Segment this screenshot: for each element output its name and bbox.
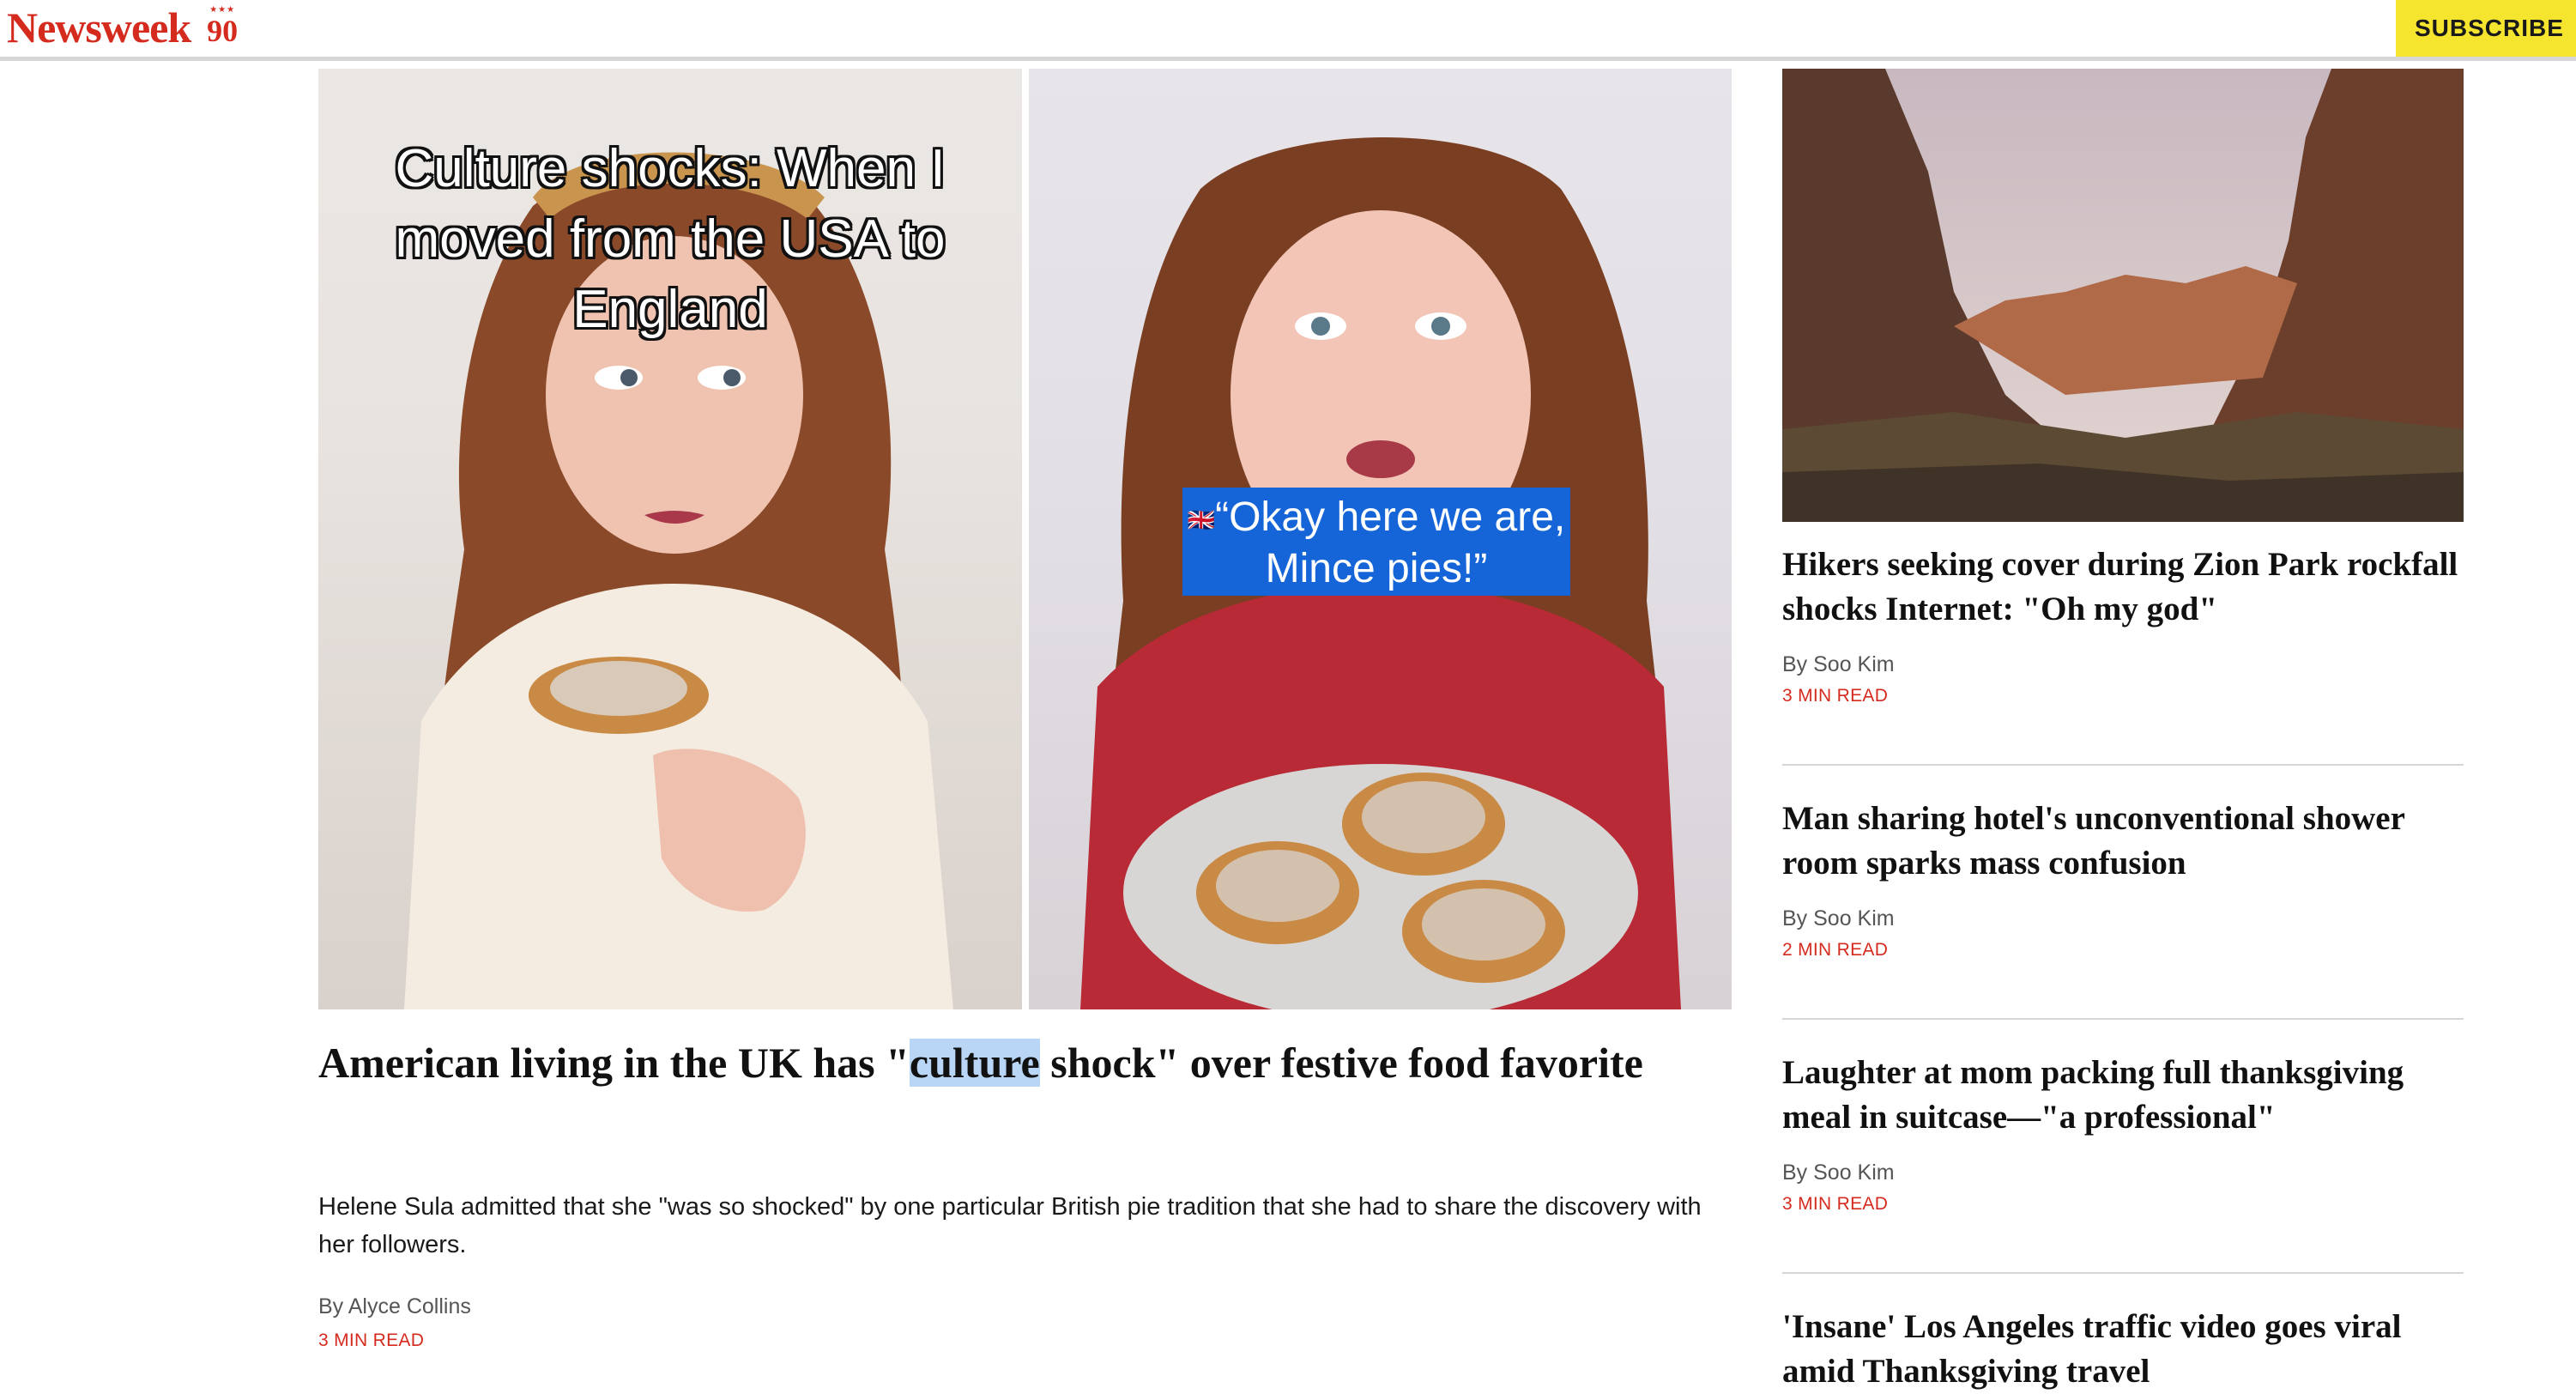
hero-byline[interactable]: By Alyce Collins (318, 1293, 471, 1320)
caption-text: “Okay here we are, Mince pies!” (1215, 494, 1566, 592)
sidebar-story-4[interactable]: 'Insane' Los Angeles traffic video goes … (1782, 1305, 2464, 1394)
sidebar-story-byline[interactable]: By Soo Kim (1782, 905, 2464, 932)
canyon-landscape-illustration (1782, 69, 2464, 522)
headline-part-2: shock" over festive food favorite (1039, 1039, 1643, 1087)
video-frame-left: Culture shocks: When I moved from the US… (318, 69, 1022, 1009)
headline-part-1: American living in the UK has " (318, 1039, 910, 1087)
newsweek-logo[interactable]: Newsweek ★★★ 90 (7, 2, 242, 53)
logo-wordmark: Newsweek (7, 3, 191, 52)
sidebar-story-title[interactable]: Hikers seeking cover during Zion Park ro… (1782, 542, 2464, 632)
sidebar-story-image[interactable] (1782, 69, 2464, 522)
hero-summary: Helene Sula admitted that she "was so sh… (318, 1193, 1702, 1258)
anniversary-badge: ★★★ 90 (203, 6, 242, 49)
headline-selected-text: culture (909, 1039, 1040, 1087)
video-overlay-title: Culture shocks: When I moved from the US… (395, 139, 946, 339)
sidebar-story-2[interactable]: Man sharing hotel's unconventional showe… (1782, 797, 2464, 963)
sidebar-story-read-time: 2 MIN READ (1782, 940, 1889, 960)
hero-read-time: 3 MIN READ (318, 1330, 425, 1350)
top-navigation-bar: Newsweek ★★★ 90 SUBSCRIBE (0, 0, 2576, 61)
sidebar-story-byline[interactable]: By Soo Kim (1782, 651, 2464, 678)
sidebar-divider (1782, 764, 2464, 766)
video-overlay-caption: 🇬🇧“Okay here we are, Mince pies!” (1182, 488, 1570, 596)
sidebar-story-title[interactable]: Man sharing hotel's unconventional showe… (1782, 797, 2464, 886)
sidebar-story-3[interactable]: Laughter at mom packing full thanksgivin… (1782, 1051, 2464, 1217)
badge-number: 90 (207, 14, 239, 48)
sidebar-divider (1782, 1018, 2464, 1020)
sidebar-story-title[interactable]: 'Insane' Los Angeles traffic video goes … (1782, 1305, 2464, 1394)
sidebar-story-read-time: 3 MIN READ (1782, 686, 1889, 706)
sidebar-divider (1782, 1272, 2464, 1274)
hero-headline[interactable]: American living in the UK has "culture s… (318, 1035, 1732, 1090)
frame-separator (1022, 69, 1029, 1009)
sidebar-story-read-time: 3 MIN READ (1782, 1194, 1889, 1214)
subscribe-button[interactable]: SUBSCRIBE (2396, 0, 2576, 57)
sidebar-story-title[interactable]: Laughter at mom packing full thanksgivin… (1782, 1051, 2464, 1140)
uk-flag-icon: 🇬🇧 (1187, 506, 1216, 533)
sidebar-story-1[interactable]: Hikers seeking cover during Zion Park ro… (1782, 542, 2464, 709)
sidebar-story-byline[interactable]: By Soo Kim (1782, 1159, 2464, 1186)
